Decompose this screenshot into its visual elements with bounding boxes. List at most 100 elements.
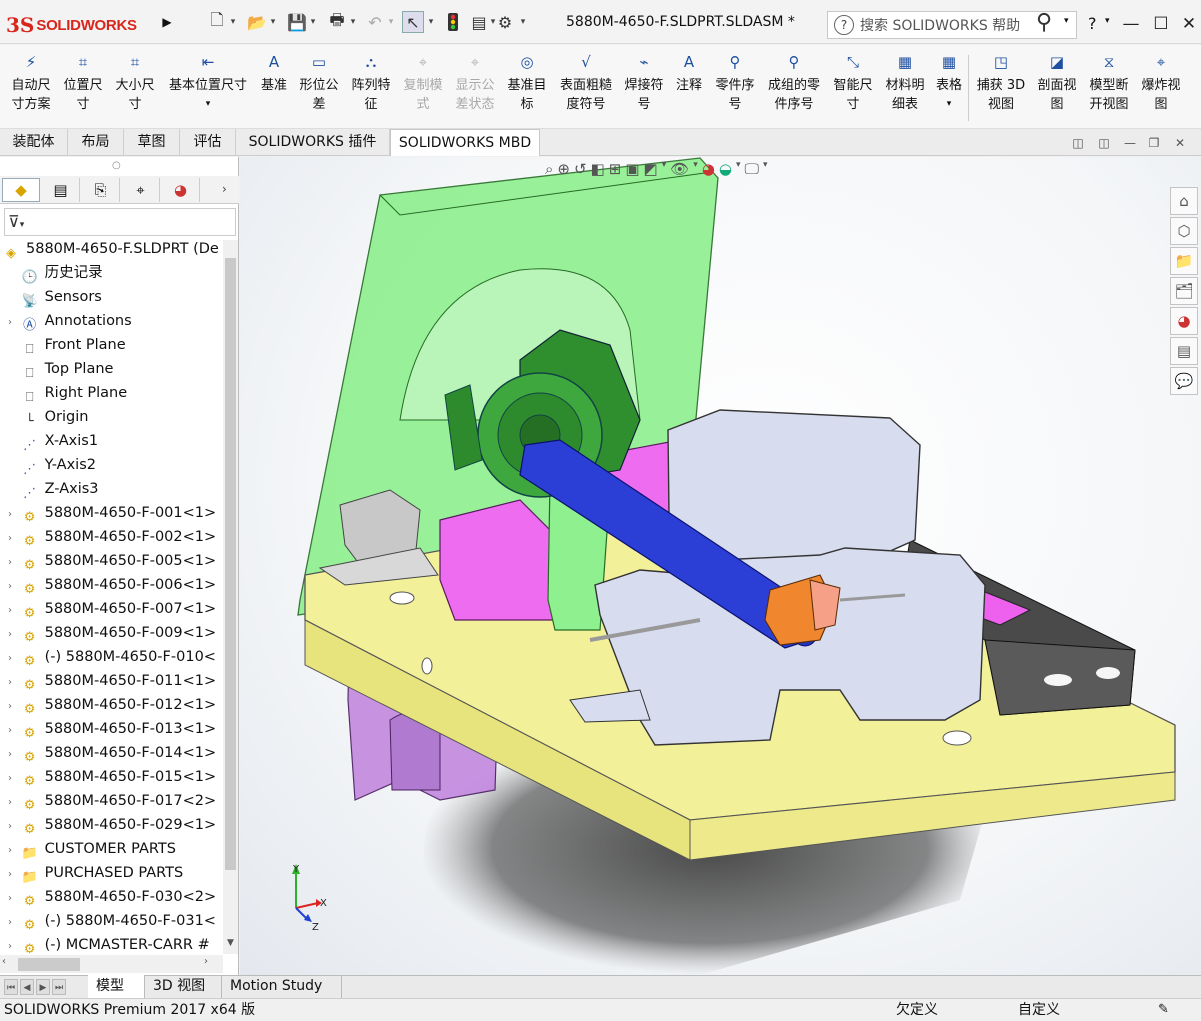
- tree-filter-box[interactable]: [4, 208, 236, 236]
- solidworks-logo[interactable]: 3S SOLIDWORKS: [6, 8, 156, 42]
- expand-chevron-icon[interactable]: ›: [4, 551, 16, 573]
- configuration-manager-tab-icon[interactable]: ⎘: [82, 178, 120, 202]
- scene-dropdown-icon[interactable]: ▾: [736, 160, 741, 184]
- next-tab-icon[interactable]: ▶: [36, 979, 50, 995]
- open-dropdown-icon[interactable]: ▾: [268, 14, 278, 30]
- ribbon-button-model-break-view[interactable]: ⧖ 模型断 开视图: [1086, 51, 1132, 127]
- hide-show-dropdown-icon[interactable]: ▾: [693, 160, 698, 184]
- undo-icon[interactable]: ↶: [364, 11, 386, 33]
- prev-tab-icon[interactable]: ◀: [20, 979, 34, 995]
- options-dropdown-icon[interactable]: ▾: [518, 14, 528, 30]
- display-style-icon[interactable]: ◩: [644, 160, 658, 184]
- print-dropdown-icon[interactable]: ▾: [348, 14, 358, 30]
- ribbon-button-section-view[interactable]: ◪ 剖面视 图: [1034, 51, 1080, 127]
- panel-left-icon[interactable]: ◫: [1070, 135, 1086, 151]
- section-view-icon[interactable]: ◧: [591, 160, 605, 184]
- zoom-to-area-icon[interactable]: ⊕: [557, 160, 570, 184]
- tree-item[interactable]: 🕒 历史记录: [4, 261, 224, 285]
- appearances-icon[interactable]: ◕: [1170, 307, 1198, 335]
- tree-item[interactable]: › ⚙ 5880M-4650-F-006<1>: [4, 573, 224, 597]
- ribbon-button-size-dimension[interactable]: ⌗ 大小尺 寸: [112, 51, 158, 127]
- expand-chevron-icon[interactable]: ›: [4, 599, 16, 621]
- bottom-tab-1[interactable]: 模型: [88, 975, 145, 998]
- first-tab-icon[interactable]: ⏮: [4, 979, 18, 995]
- tree-item[interactable]: ⋰ Z-Axis3: [4, 477, 224, 501]
- display-style-dropdown-icon[interactable]: ▾: [662, 160, 667, 184]
- tab-3[interactable]: 草图: [124, 129, 180, 156]
- ribbon-button-balloon[interactable]: ⚲ 零件序 号: [712, 51, 758, 127]
- expand-chevron-icon[interactable]: ›: [4, 791, 16, 813]
- ribbon-dropdown-icon[interactable]: ▾: [206, 95, 211, 114]
- select-dropdown-icon[interactable]: ▾: [426, 14, 436, 30]
- zoom-to-fit-icon[interactable]: ⌕: [545, 160, 553, 184]
- tab-1[interactable]: 装配体: [0, 129, 68, 156]
- status-units[interactable]: 自定义: [1018, 999, 1060, 1021]
- property-manager-tab-icon[interactable]: ▤: [42, 178, 80, 202]
- help-dropdown-icon[interactable]: ▾: [1105, 16, 1110, 26]
- expand-chevron-icon[interactable]: ›: [4, 719, 16, 741]
- expand-chevron-icon[interactable]: ›: [4, 623, 16, 645]
- expand-chevron-icon[interactable]: ›: [4, 527, 16, 549]
- scroll-down-icon[interactable]: ▼: [223, 938, 238, 948]
- tree-item[interactable]: › 📁 CUSTOMER PARTS: [4, 837, 224, 861]
- tree-item[interactable]: › ⚙ 5880M-4650-F-014<1>: [4, 741, 224, 765]
- expand-chevron-icon[interactable]: ›: [4, 767, 16, 789]
- tree-item[interactable]: ⋰ X-Axis1: [4, 429, 224, 453]
- expand-chevron-icon[interactable]: ›: [4, 671, 16, 693]
- expand-chevron-icon[interactable]: ›: [4, 839, 16, 861]
- ribbon-button-datum[interactable]: A 基准: [258, 51, 290, 127]
- tree-root-assembly[interactable]: ◈ 5880M-4650-F.SLDPRT (De: [2, 237, 222, 261]
- tree-item[interactable]: › ⚙ 5880M-4650-F-009<1>: [4, 621, 224, 645]
- close-button[interactable]: ✕: [1174, 11, 1201, 37]
- ribbon-button-auto-dimension[interactable]: ⚡ 自动尺 寸方案: [8, 51, 54, 127]
- expand-chevron-icon[interactable]: ›: [4, 695, 16, 717]
- previous-view-icon[interactable]: ↺: [574, 160, 587, 184]
- 3d-content-icon[interactable]: ⬡: [1170, 217, 1198, 245]
- tab-6[interactable]: SOLIDWORKS MBD: [390, 129, 540, 156]
- expand-chevron-icon[interactable]: ›: [4, 503, 16, 525]
- ribbon-button-pattern-feature[interactable]: ⛬ 阵列特 征: [348, 51, 394, 127]
- dynamic-annotation-icon[interactable]: ⊞: [609, 160, 622, 184]
- bottom-tab-3[interactable]: Motion Study 1: [222, 975, 342, 1017]
- panel-grip-icon[interactable]: ○: [112, 160, 121, 171]
- tab-4[interactable]: 评估: [180, 129, 236, 156]
- ribbon-button-show-tolerance-status[interactable]: ⌖ 显示公 差状态: [452, 51, 498, 127]
- tree-item[interactable]: ⎕ Front Plane: [4, 333, 224, 357]
- file-explorer-icon[interactable]: 🗂: [1170, 277, 1198, 305]
- ribbon-button-table[interactable]: ▦ 表格 ▾: [934, 51, 964, 127]
- feature-manager-tab-icon[interactable]: ◆: [2, 178, 40, 202]
- apply-scene-icon[interactable]: ◒: [719, 160, 732, 184]
- ribbon-button-surface-finish[interactable]: √ 表面粗糙 度符号: [556, 51, 616, 127]
- tree-item[interactable]: └ Origin: [4, 405, 224, 429]
- view-close-button[interactable]: ✕: [1172, 135, 1188, 151]
- tab-5[interactable]: SOLIDWORKS 插件: [236, 129, 390, 156]
- ribbon-button-exploded-view[interactable]: ⌖ 爆炸视 图: [1138, 51, 1184, 127]
- expand-chevron-icon[interactable]: ›: [4, 575, 16, 597]
- tree-item[interactable]: 📡 Sensors: [4, 285, 224, 309]
- tree-item[interactable]: › 📁 PURCHASED PARTS: [4, 861, 224, 885]
- tree-item[interactable]: › ⚙ 5880M-4650-F-017<2>: [4, 789, 224, 813]
- tree-item[interactable]: › ⚙ 5880M-4650-F-030<2>: [4, 885, 224, 909]
- tree-item[interactable]: › ⚙ (-) 5880M-4650-F-031<: [4, 909, 224, 933]
- tree-item[interactable]: › ⚙ 5880M-4650-F-015<1>: [4, 765, 224, 789]
- design-library-icon[interactable]: 📁: [1170, 247, 1198, 275]
- expand-chevron-icon[interactable]: ›: [4, 935, 16, 957]
- expand-chevron-icon[interactable]: ›: [4, 911, 16, 933]
- filter-icon[interactable]: ⊽▾: [8, 212, 24, 231]
- ribbon-button-location-dimension[interactable]: ⌗ 位置尺 寸: [60, 51, 106, 127]
- ribbon-button-capture-3d-view[interactable]: ◳ 捕获 3D 视图: [976, 51, 1026, 127]
- expand-chevron-icon[interactable]: ›: [4, 743, 16, 765]
- tree-scroll-thumb[interactable]: [225, 258, 236, 870]
- tree-item[interactable]: › ⚙ 5880M-4650-F-005<1>: [4, 549, 224, 573]
- tree-item[interactable]: › ⚙ (-) 5880M-4650-F-010<: [4, 645, 224, 669]
- graphics-area[interactable]: Y X Z: [240, 157, 1201, 975]
- new-dropdown-icon[interactable]: ▾: [228, 14, 238, 30]
- tree-item[interactable]: › ⚙ 5880M-4650-F-002<1>: [4, 525, 224, 549]
- tree-hscroll-thumb[interactable]: [18, 958, 80, 971]
- tree-item[interactable]: › ⚙ 5880M-4650-F-007<1>: [4, 597, 224, 621]
- ribbon-button-geometric-tolerance[interactable]: ▭ 形位公 差: [296, 51, 342, 127]
- select-arrow-icon[interactable]: ↖: [402, 11, 424, 33]
- view-settings-icon[interactable]: 🖵: [745, 160, 759, 184]
- undo-dropdown-icon[interactable]: ▾: [386, 14, 396, 30]
- display-manager-tab-icon[interactable]: ◕: [162, 178, 200, 202]
